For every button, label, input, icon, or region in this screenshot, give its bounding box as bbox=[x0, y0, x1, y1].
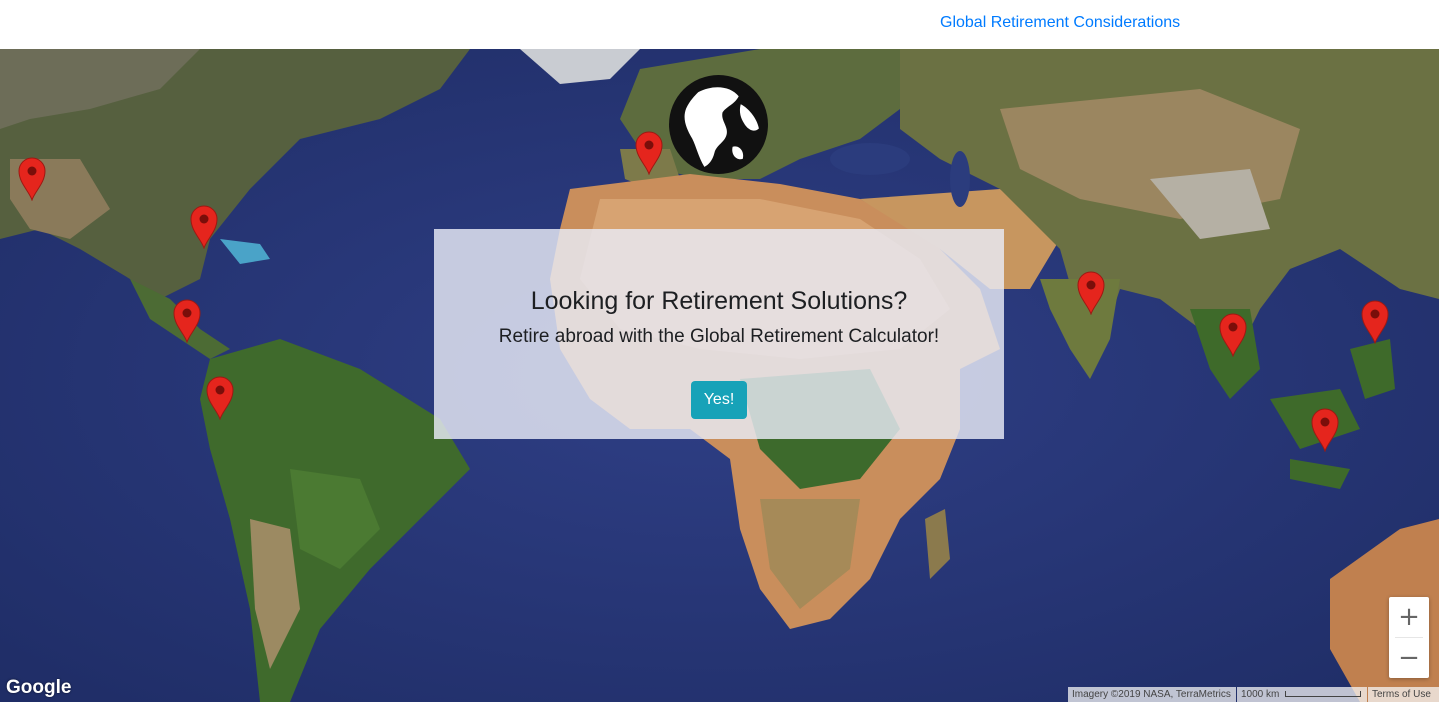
terms-of-use-link[interactable]: Terms of Use bbox=[1368, 687, 1439, 702]
marker-spain[interactable] bbox=[635, 131, 663, 175]
map-scale[interactable]: 1000 km bbox=[1237, 687, 1367, 702]
top-navbar: Global Retirement Considerations bbox=[0, 0, 1439, 49]
marker-thailand[interactable] bbox=[1219, 313, 1247, 357]
marker-india[interactable] bbox=[1077, 271, 1105, 315]
marker-philippines[interactable] bbox=[1361, 300, 1389, 344]
globe-icon bbox=[669, 75, 768, 174]
marker-ecuador[interactable] bbox=[206, 376, 234, 420]
marker-florida[interactable] bbox=[190, 205, 218, 249]
marker-central-america[interactable] bbox=[173, 299, 201, 343]
hero-panel: Looking for Retirement Solutions? Retire… bbox=[434, 229, 1004, 439]
google-logo[interactable]: Google bbox=[6, 677, 71, 699]
yes-button[interactable]: Yes! bbox=[691, 381, 747, 419]
hero-subtitle: Retire abroad with the Global Retirement… bbox=[498, 326, 940, 347]
hero-title: Looking for Retirement Solutions? bbox=[530, 287, 908, 315]
marker-western-us[interactable] bbox=[18, 157, 46, 201]
zoom-in-button[interactable]: + bbox=[1389, 597, 1429, 637]
zoom-out-button[interactable]: − bbox=[1389, 638, 1429, 678]
zoom-control: + − bbox=[1389, 597, 1429, 678]
map-attribution: Imagery ©2019 NASA, TerraMetrics bbox=[1068, 687, 1236, 702]
scale-label: 1000 km bbox=[1241, 689, 1280, 700]
nav-link-global-retirement[interactable]: Global Retirement Considerations bbox=[940, 14, 1180, 32]
scale-bar bbox=[1285, 691, 1361, 697]
marker-bali[interactable] bbox=[1311, 408, 1339, 452]
